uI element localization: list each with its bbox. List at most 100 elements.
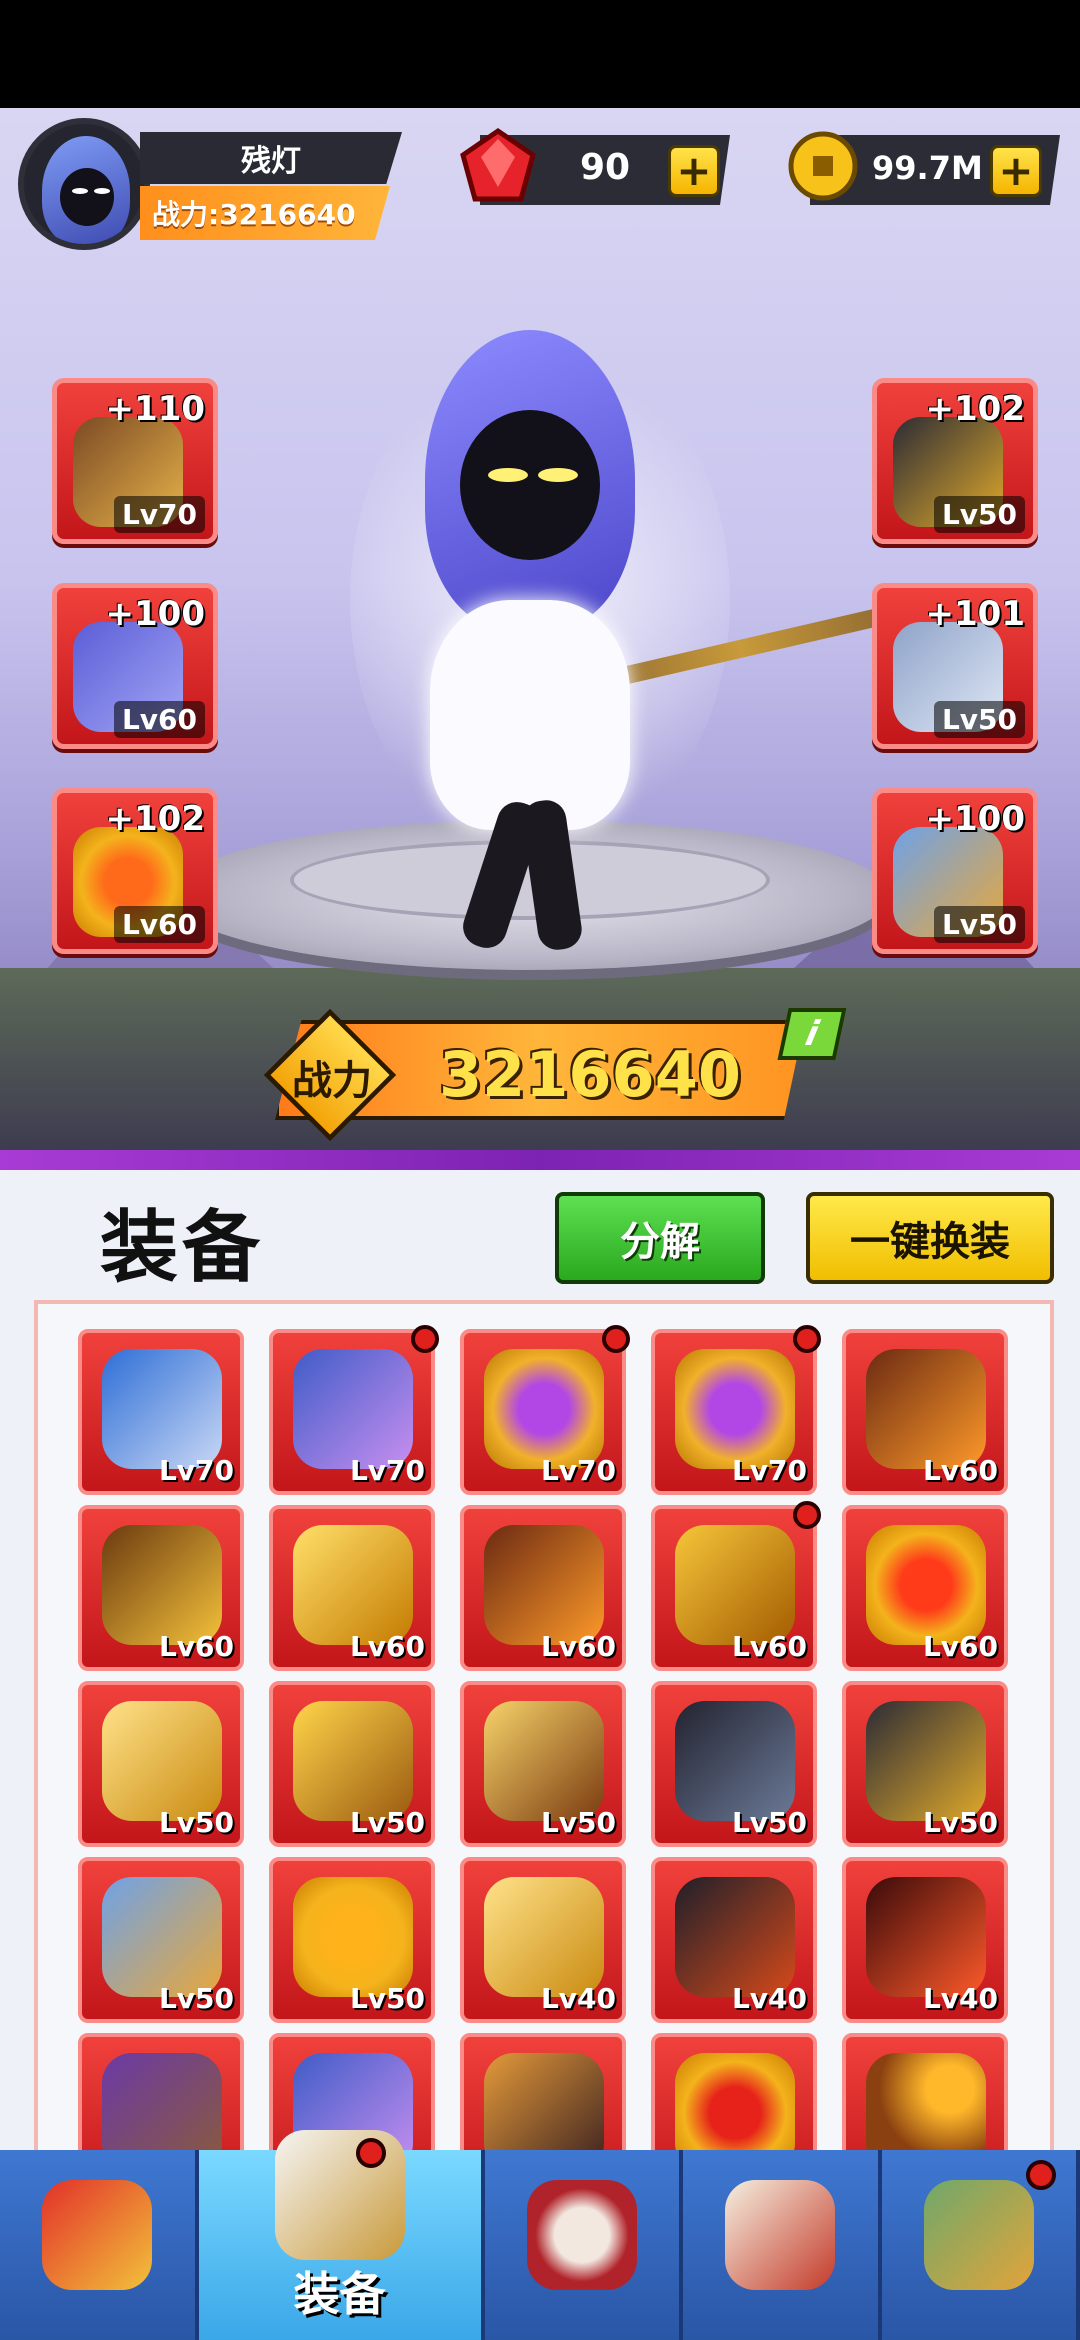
inventory-item[interactable]: Lv60 xyxy=(78,1505,244,1671)
item-level: Lv50 xyxy=(933,906,1025,943)
inventory-item[interactable]: Lv60 xyxy=(269,1505,435,1671)
inventory-item[interactable]: Lv50 xyxy=(78,1857,244,2023)
inventory-item[interactable]: Lv70 xyxy=(269,1325,439,1495)
hood-icon xyxy=(293,1349,413,1469)
golden-hat-icon xyxy=(675,1525,795,1645)
enhance-level: +100 xyxy=(925,799,1025,839)
item-level: Lv60 xyxy=(540,1630,616,1663)
inventory-item[interactable]: Lv70 xyxy=(651,1325,821,1495)
inventory-grid: Lv70 Lv70 Lv70 Lv70 Lv60 Lv60 Lv60 Lv60 Lv60 Lv60… xyxy=(78,1325,1008,2176)
item-level: Lv50 xyxy=(349,1982,425,2015)
item-level: Lv70 xyxy=(113,496,205,533)
flame-helmet-icon xyxy=(866,1349,986,1469)
new-item-badge xyxy=(793,1325,821,1353)
add-gems-button[interactable]: + xyxy=(668,145,720,197)
item-level: Lv50 xyxy=(540,1806,616,1839)
inventory-box: Lv70 Lv70 Lv70 Lv70 Lv60 Lv60 Lv60 Lv60 Lv60 Lv60… xyxy=(34,1300,1054,2180)
golden-sword-icon xyxy=(102,1701,222,1821)
dark-blade-icon xyxy=(675,1701,795,1821)
inventory-item[interactable]: Lv50 xyxy=(269,1857,435,2023)
amethyst-ring-icon xyxy=(484,1349,604,1469)
bracer-icon xyxy=(102,1877,222,1997)
equip-all-button[interactable]: 一键换装 xyxy=(806,1192,1054,1284)
new-item-badge xyxy=(602,1325,630,1353)
item-level: Lv40 xyxy=(922,1982,998,2015)
equip-slot-weapon[interactable]: +110 Lv70 xyxy=(52,378,218,544)
notification-dot xyxy=(1026,2160,1057,2190)
amber-ring-icon xyxy=(293,1877,413,1997)
spear-icon xyxy=(102,1349,222,1469)
equip-slot-ring[interactable]: +102 Lv60 xyxy=(52,788,218,954)
equip-slot-bracer[interactable]: +100 Lv50 xyxy=(872,788,1038,954)
nav-tab-drum[interactable] xyxy=(484,2150,684,2340)
inventory-item[interactable]: Lv60 xyxy=(842,1505,1008,1671)
item-level: Lv70 xyxy=(158,1454,234,1487)
player-avatar[interactable] xyxy=(18,118,150,250)
nav-tab-sword[interactable]: 装备 xyxy=(198,2130,485,2340)
inventory-item[interactable]: Lv50 xyxy=(269,1681,435,1847)
item-level: Lv70 xyxy=(540,1454,616,1487)
golden-sword-icon xyxy=(484,1877,604,1997)
red-helmet-icon xyxy=(866,1877,986,1997)
item-level: Lv60 xyxy=(349,1630,425,1663)
enhance-level: +102 xyxy=(925,389,1025,429)
inventory-item[interactable]: Lv60 xyxy=(842,1329,1008,1495)
item-level: Lv50 xyxy=(933,496,1025,533)
coin-count: 99.7M xyxy=(872,149,983,187)
dagger-icon xyxy=(675,1877,795,1997)
inventory-item[interactable]: Lv50 xyxy=(651,1681,817,1847)
new-item-badge xyxy=(411,1325,439,1353)
hero-character[interactable] xyxy=(340,280,996,980)
item-level: Lv60 xyxy=(922,1454,998,1487)
item-level: Lv40 xyxy=(540,1982,616,2015)
inventory-item[interactable]: Lv70 xyxy=(78,1329,244,1495)
inventory-item[interactable]: Lv40 xyxy=(651,1857,817,2023)
notification-dot xyxy=(355,2138,386,2168)
enhance-level: +102 xyxy=(105,799,205,839)
player-power: 战力:3216640 xyxy=(152,198,356,231)
inventory-item[interactable]: Lv40 xyxy=(842,1857,1008,2023)
golden-axe-icon xyxy=(293,1701,413,1821)
drum-icon xyxy=(526,2180,637,2290)
nav-label: 装备 xyxy=(293,2267,386,2321)
player-power-plate: 战力:3216640 xyxy=(140,186,390,240)
status-bar xyxy=(0,0,1080,108)
equip-slot-boots[interactable]: +100 Lv60 xyxy=(52,583,218,749)
inventory-item[interactable]: Lv50 xyxy=(78,1681,244,1847)
castle-icon xyxy=(923,2180,1034,2290)
equip-slot-helmet[interactable]: +102 Lv50 xyxy=(872,378,1038,544)
nav-tab-hero[interactable] xyxy=(0,2150,199,2340)
inventory-item[interactable]: Lv50 xyxy=(842,1681,1008,1847)
equip-slot-armor[interactable]: +101 Lv50 xyxy=(872,583,1038,749)
item-level: Lv60 xyxy=(922,1630,998,1663)
power-info-button[interactable]: i xyxy=(777,1008,847,1060)
player-name-plate: 残灯 xyxy=(140,132,402,184)
inventory-item[interactable]: Lv60 xyxy=(651,1501,821,1671)
amethyst-ring-icon xyxy=(675,1349,795,1469)
inventory-item[interactable]: Lv70 xyxy=(460,1325,630,1495)
coin-icon xyxy=(788,131,858,201)
bottom-nav: 装备 xyxy=(0,2130,1080,2340)
golden-blade-icon xyxy=(293,1525,413,1645)
player-name: 残灯 xyxy=(241,144,301,179)
ornate-dagger-icon xyxy=(484,1701,604,1821)
item-level: Lv50 xyxy=(158,1982,234,2015)
enhance-level: +100 xyxy=(105,594,205,634)
item-level: Lv60 xyxy=(113,701,205,738)
gem-count: 90 xyxy=(580,147,631,188)
ruby-ring-icon xyxy=(866,1525,986,1645)
hero-face xyxy=(460,410,600,560)
item-level: Lv50 xyxy=(158,1806,234,1839)
item-level: Lv60 xyxy=(113,906,205,943)
inventory-item[interactable]: Lv60 xyxy=(460,1505,626,1671)
inventory-item[interactable]: Lv40 xyxy=(460,1857,626,2023)
item-level: Lv50 xyxy=(933,701,1025,738)
gem-icon xyxy=(460,127,536,202)
inventory-item[interactable]: Lv50 xyxy=(460,1681,626,1847)
new-item-badge xyxy=(793,1501,821,1529)
item-level: Lv40 xyxy=(731,1982,807,2015)
nav-tab-castle[interactable] xyxy=(881,2150,1080,2340)
decompose-button[interactable]: 分解 xyxy=(555,1192,765,1284)
nav-tab-scroll[interactable] xyxy=(683,2150,882,2340)
add-coins-button[interactable]: + xyxy=(990,145,1042,197)
